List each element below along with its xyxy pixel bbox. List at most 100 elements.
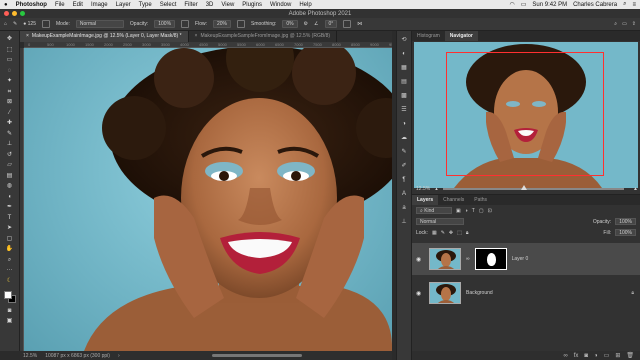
layer-name[interactable]: Layer 0 <box>512 256 529 262</box>
color-panel-icon[interactable]: ◐ <box>400 51 408 58</box>
lock-position-icon[interactable]: ✥ <box>449 230 453 236</box>
menu-edit[interactable]: Edit <box>73 2 83 8</box>
edit-toolbar-icon[interactable]: ··· <box>5 267 14 273</box>
healing-brush-tool-icon[interactable]: ✚ <box>5 120 14 126</box>
document-canvas[interactable] <box>24 48 392 351</box>
zoom-slider-thumb[interactable] <box>521 185 528 190</box>
navigator-zoom-value[interactable]: 12.5% <box>416 186 430 192</box>
pressure-opacity-icon[interactable] <box>181 20 190 28</box>
close-tab-icon[interactable]: × <box>195 33 198 39</box>
control-center-icon[interactable]: ≡ <box>632 2 636 8</box>
symmetry-icon[interactable]: ⋈ <box>357 21 362 27</box>
menu-app-name[interactable]: Photoshop <box>16 2 47 8</box>
marquee-tool-icon[interactable]: ▭ <box>5 57 14 63</box>
opacity-field[interactable]: 100% <box>154 20 176 28</box>
close-tab-icon[interactable]: × <box>26 33 29 39</box>
lock-paint-icon[interactable]: ✎ <box>441 230 445 236</box>
search-icon[interactable]: ⌕ <box>614 21 617 27</box>
workspace-icon[interactable]: ▭ <box>622 21 627 27</box>
quick-select-tool-icon[interactable]: ✦ <box>5 78 14 84</box>
frame-tool-icon[interactable]: ⊠ <box>5 99 14 105</box>
mode-select[interactable]: Normal <box>75 20 124 28</box>
brush-tool-icon[interactable]: ✎ <box>5 131 14 137</box>
menu-layer[interactable]: Layer <box>116 2 131 8</box>
layer-mask-thumbnail[interactable] <box>474 248 507 270</box>
patterns-panel-icon[interactable]: ▩ <box>400 93 408 100</box>
filter-pixel-icon[interactable]: ▣ <box>456 208 461 214</box>
airbrush-icon[interactable] <box>237 20 246 28</box>
layer-thumbnail[interactable] <box>429 282 461 304</box>
menu-select[interactable]: Select <box>160 2 177 8</box>
filter-smart-icon[interactable]: ⊡ <box>488 208 492 214</box>
blur-tool-icon[interactable]: ◍ <box>5 183 14 189</box>
menu-filter[interactable]: Filter <box>184 2 197 8</box>
new-group-icon[interactable]: ▭ <box>604 352 610 359</box>
artboard-tool-icon[interactable]: ⬚ <box>5 47 14 53</box>
paragraph-panel-icon[interactable]: ¶ <box>400 177 408 184</box>
libraries-panel-icon[interactable]: ☁ <box>400 135 408 142</box>
filter-adjust-icon[interactable]: ◑ <box>465 208 468 214</box>
brush-settings-icon[interactable] <box>42 20 50 28</box>
navigator-preview[interactable] <box>414 42 638 188</box>
brush-tool-icon[interactable]: ✎ <box>13 21 17 27</box>
smoothing-field[interactable]: 0% <box>282 20 298 28</box>
menu-file[interactable]: File <box>55 2 65 8</box>
menu-plugins[interactable]: Plugins <box>242 2 262 8</box>
lock-artboard-icon[interactable]: ⬚ <box>457 230 462 236</box>
add-mask-icon[interactable]: ◙ <box>584 353 588 359</box>
visibility-eye-icon[interactable]: ◉ <box>416 256 424 263</box>
layer-opacity-field[interactable]: 100% <box>615 218 636 225</box>
history-brush-tool-icon[interactable]: ↺ <box>5 152 14 158</box>
crop-tool-icon[interactable]: ⌗ <box>5 89 14 95</box>
filter-type-icon[interactable]: T <box>472 208 475 214</box>
status-zoom[interactable]: 12.5% <box>23 353 37 359</box>
character-panel-icon[interactable]: A <box>400 191 408 198</box>
tab-paths[interactable]: Paths <box>469 195 492 205</box>
link-layers-icon[interactable]: ∞ <box>563 353 567 359</box>
flow-field[interactable]: 20% <box>213 20 232 28</box>
search-icon[interactable]: ⌕ <box>623 1 626 8</box>
zoom-tool-icon[interactable]: ⌕ <box>5 257 14 263</box>
lock-all-icon[interactable]: 🔒︎ <box>466 230 469 236</box>
brush-settings-panel-icon[interactable]: ✐ <box>400 163 408 170</box>
wifi-icon[interactable]: ◠ <box>509 1 514 8</box>
tab-channels[interactable]: Channels <box>438 195 469 205</box>
banana-icon[interactable]: ☾ <box>5 278 14 284</box>
apple-icon[interactable]: ● <box>4 2 8 8</box>
menu-window[interactable]: Window <box>270 2 291 8</box>
brushes-panel-icon[interactable]: ✎ <box>400 149 408 156</box>
fill-field[interactable]: 100% <box>615 229 636 236</box>
battery-icon[interactable]: ▭ <box>521 1 527 8</box>
chain-link-icon[interactable]: ∞ <box>466 256 470 262</box>
menu-image[interactable]: Image <box>91 2 108 8</box>
layer-filter-select[interactable]: ⌕ Kind <box>416 207 452 214</box>
swatches-panel-icon[interactable]: ▦ <box>400 65 408 72</box>
zoom-out-icon[interactable]: ▴ <box>435 186 438 192</box>
clone-stamp-tool-icon[interactable]: ⊥ <box>5 141 14 147</box>
history-panel-icon[interactable]: ⟲ <box>400 37 408 44</box>
menu-view[interactable]: View <box>221 2 234 8</box>
smoothing-options-icon[interactable]: ⚙ <box>304 21 308 27</box>
horizontal-scrollbar[interactable] <box>212 354 302 357</box>
blend-mode-select[interactable]: Normal <box>416 218 464 225</box>
status-doc-size[interactable]: 10087 px x 6863 px (300 ppi) <box>45 353 110 359</box>
filter-shape-icon[interactable]: ▢ <box>479 208 484 214</box>
type-tool-icon[interactable]: T <box>5 215 14 221</box>
color-swatches[interactable] <box>3 291 16 303</box>
move-tool-icon[interactable]: ✥ <box>5 36 14 42</box>
tab-layers[interactable]: Layers <box>412 195 439 205</box>
menu-help[interactable]: Help <box>299 2 311 8</box>
pressure-size-icon[interactable] <box>343 20 352 28</box>
home-icon[interactable]: ⌂ <box>4 21 7 27</box>
lasso-tool-icon[interactable]: ◌ <box>5 68 14 74</box>
share-icon[interactable]: ⇪ <box>632 21 636 27</box>
layer-thumbnail[interactable] <box>429 248 461 270</box>
quick-mask-icon[interactable]: ◙ <box>5 308 14 314</box>
layer-style-icon[interactable]: fx <box>574 353 579 359</box>
properties-panel-icon[interactable]: ☰ <box>400 107 408 114</box>
navigator-view-box[interactable] <box>446 52 604 176</box>
path-select-tool-icon[interactable]: ➤ <box>5 225 14 231</box>
screen-mode-icon[interactable]: ▣ <box>5 318 14 324</box>
eyedropper-tool-icon[interactable]: ⁄ <box>5 110 14 116</box>
gradient-tool-icon[interactable]: ▤ <box>5 173 14 179</box>
